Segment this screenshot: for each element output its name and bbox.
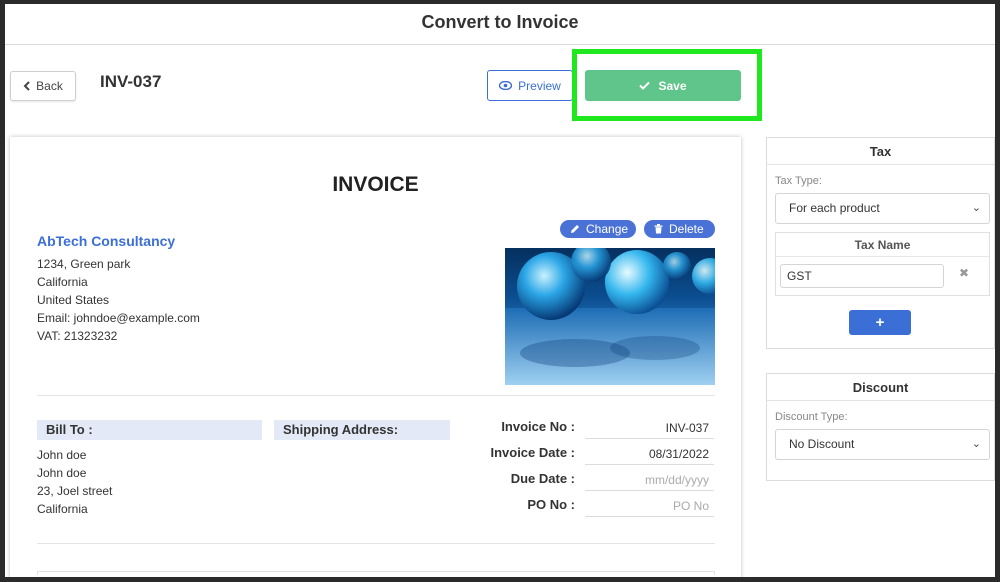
tax-name-header: Tax Name (776, 233, 989, 257)
pencil-icon (570, 224, 580, 234)
po-no-field[interactable]: PO No (585, 497, 714, 517)
change-logo-label: Change (586, 222, 629, 236)
invoice-date-label: Invoice Date : (490, 445, 575, 460)
section-divider (37, 543, 715, 544)
po-no-row: PO No : PO No (480, 497, 715, 519)
change-logo-button[interactable]: Change (560, 220, 636, 238)
add-tax-button[interactable]: + (849, 310, 911, 335)
invoice-date-field[interactable]: 08/31/2022 (585, 445, 714, 465)
save-button[interactable]: Save (585, 70, 741, 101)
due-date-label: Due Date : (510, 471, 575, 486)
company-address-line: California (37, 275, 88, 289)
discount-type-value: No Discount (789, 437, 855, 451)
remove-tax-icon[interactable]: ✖ (959, 266, 969, 280)
bill-to-line: John doe (37, 448, 87, 462)
bill-to-line: 23, Joel street (37, 484, 113, 498)
bill-to-details: John doe John doe 23, Joel street Califo… (37, 446, 112, 518)
back-button[interactable]: Back (10, 71, 76, 101)
page-title: Convert to Invoice (421, 12, 579, 32)
tax-type-select[interactable]: For each product ⌄ (775, 193, 990, 224)
company-logo-image (505, 248, 715, 385)
company-info: AbTech Consultancy 1234, Green park Cali… (37, 233, 200, 345)
discount-type-label: Discount Type: (775, 411, 848, 423)
app-window: Convert to Invoice Back INV-037 Preview … (0, 0, 1000, 582)
discount-type-select[interactable]: No Discount ⌄ (775, 429, 990, 460)
trash-icon (654, 224, 663, 234)
invoice-date-row: Invoice Date : 08/31/2022 (480, 445, 715, 467)
tax-type-label: Tax Type: (775, 175, 822, 187)
discount-panel: Discount Discount Type: No Discount ⌄ (766, 373, 995, 481)
invoice-card: INVOICE AbTech Consultancy 1234, Green p… (10, 137, 741, 577)
tax-name-input[interactable]: GST (780, 264, 944, 288)
bill-to-label: Bill To : (37, 420, 262, 440)
delete-logo-button[interactable]: Delete (644, 220, 715, 238)
invoice-no-label: Invoice No : (501, 419, 575, 434)
save-button-label: Save (658, 78, 687, 93)
chevron-left-icon (23, 81, 31, 91)
tax-type-value: For each product (789, 201, 880, 215)
top-bar: Convert to Invoice (5, 4, 995, 45)
invoice-title: INVOICE (332, 173, 419, 196)
invoice-no-field[interactable]: INV-037 (585, 419, 714, 439)
delete-logo-label: Delete (669, 222, 704, 236)
tax-panel-title: Tax (767, 138, 994, 165)
tax-panel: Tax Tax Type: For each product ⌄ Tax Nam… (766, 137, 995, 349)
company-email: Email: johndoe@example.com (37, 311, 200, 325)
check-icon (639, 81, 651, 90)
discount-panel-title: Discount (767, 374, 994, 401)
bill-to-line: John doe (37, 466, 87, 480)
tax-name-table: Tax Name GST ✖ (775, 232, 990, 296)
section-divider (37, 395, 715, 396)
preview-button[interactable]: Preview (487, 70, 573, 101)
po-no-label: PO No : (527, 497, 575, 512)
company-name[interactable]: AbTech Consultancy (37, 233, 200, 249)
company-address-line: United States (37, 293, 110, 307)
preview-button-label: Preview (518, 78, 561, 93)
chevron-down-icon: ⌄ (971, 438, 981, 450)
items-table-top (37, 571, 715, 575)
due-date-row: Due Date : mm/dd/yyyy (480, 471, 715, 493)
chevron-down-icon: ⌄ (971, 202, 981, 214)
company-address-line: 1234, Green park (37, 257, 131, 271)
invoice-id-heading: INV-037 (100, 72, 162, 91)
due-date-field[interactable]: mm/dd/yyyy (585, 471, 714, 491)
bill-to-line: California (37, 502, 88, 516)
shipping-address-label: Shipping Address: (274, 420, 450, 440)
back-button-label: Back (36, 79, 63, 93)
eye-icon (499, 81, 513, 90)
company-vat: VAT: 21323232 (37, 329, 118, 343)
invoice-no-row: Invoice No : INV-037 (480, 419, 715, 441)
